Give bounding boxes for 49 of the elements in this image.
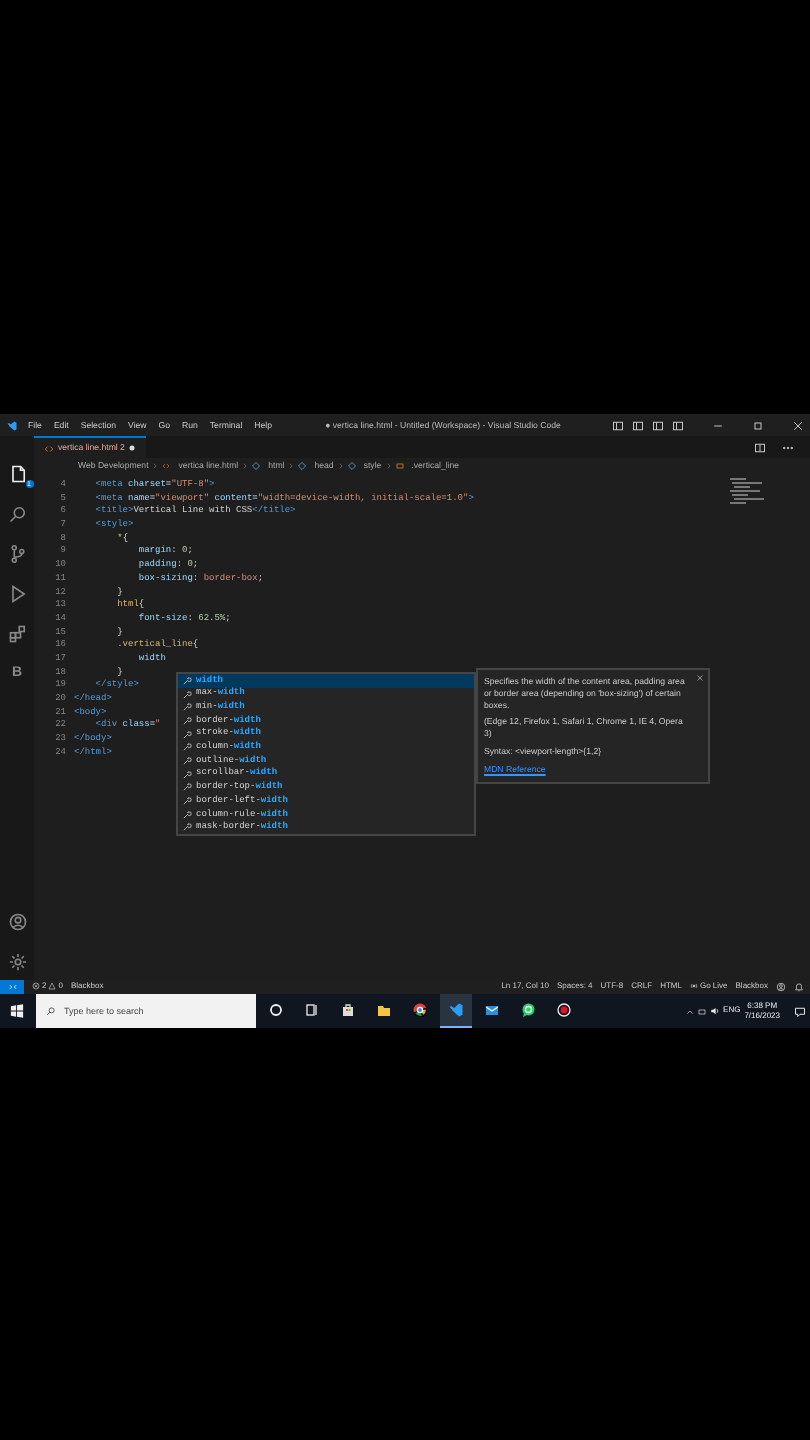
layout-sidebar-icon[interactable] (612, 419, 624, 431)
split-editor-icon[interactable] (754, 441, 766, 453)
search-icon (46, 1006, 56, 1016)
close-icon[interactable] (792, 419, 804, 431)
app-logo-icon (6, 419, 18, 431)
files-icon (7, 464, 27, 484)
activity-bar-button[interactable] (5, 950, 29, 974)
element-icon (298, 461, 307, 469)
chevron-icon (242, 461, 249, 469)
error-icon (32, 982, 40, 991)
circle-icon (268, 1002, 284, 1018)
windows-icon (9, 1003, 23, 1017)
broadcast-icon (689, 982, 698, 991)
branch-icon (7, 544, 27, 564)
code-editor-icon (448, 1002, 464, 1018)
shopping-bag-icon (340, 1002, 356, 1018)
taskbar-app[interactable] (440, 994, 472, 1028)
task-view-icon (304, 1002, 320, 1018)
layout-panel-icon[interactable] (632, 419, 644, 431)
element-icon (252, 461, 261, 469)
chevron-icon (288, 461, 295, 469)
search-icon (7, 504, 27, 524)
chevron-icon (385, 461, 392, 469)
minimize-icon[interactable] (712, 419, 724, 431)
code-file-icon (44, 443, 54, 453)
layout-customize-icon[interactable] (672, 419, 684, 431)
record-icon (556, 1002, 572, 1018)
remote-icon (7, 982, 17, 992)
extensions-icon (7, 624, 27, 644)
chat-icon (520, 1002, 536, 1018)
browser-icon (412, 1002, 428, 1018)
chevron-icon (152, 461, 159, 469)
warning-icon (48, 982, 57, 991)
speaker-icon[interactable] (709, 1006, 720, 1016)
mail-icon (484, 1002, 500, 1018)
activity-bar-button[interactable] (5, 542, 29, 566)
close-icon[interactable] (696, 674, 704, 682)
maximize-icon[interactable] (752, 419, 764, 431)
folder-icon (376, 1002, 392, 1018)
wrench-icon (182, 675, 192, 686)
element-icon (347, 461, 356, 469)
settings-icon (7, 952, 27, 972)
activity-bar-button[interactable] (5, 622, 29, 646)
notification-icon[interactable] (794, 1005, 806, 1017)
more-icon[interactable] (782, 441, 794, 453)
bell-icon[interactable] (794, 982, 804, 992)
activity-bar-button[interactable] (5, 502, 29, 526)
layout-secondary-icon[interactable] (652, 419, 664, 431)
chevron-icon (337, 461, 344, 469)
